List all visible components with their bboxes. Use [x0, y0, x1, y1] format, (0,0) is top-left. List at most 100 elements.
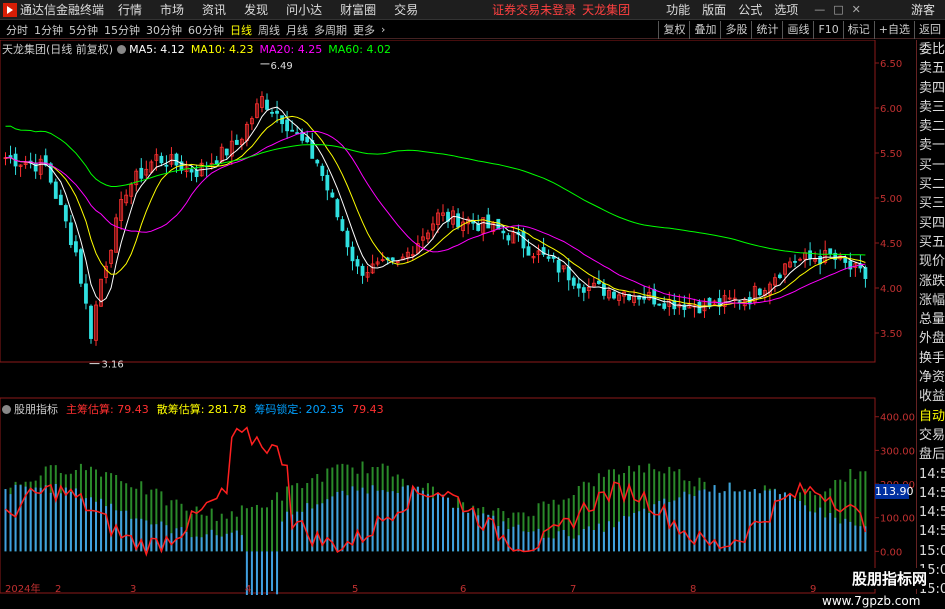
- period-daily[interactable]: 日线: [230, 22, 252, 38]
- side-label: 换手: [919, 350, 945, 366]
- mark-button[interactable]: 标记: [842, 21, 874, 39]
- period-60min[interactable]: 60分钟: [188, 22, 224, 38]
- side-label[interactable]: 14:57: [917, 503, 945, 522]
- x-axis-label: 6: [460, 584, 466, 595]
- draw-button[interactable]: 画线: [782, 21, 813, 39]
- side-label: 净资: [919, 370, 945, 386]
- x-axis-label: 9: [810, 584, 816, 595]
- candle-body: [808, 250, 812, 259]
- side-label: 卖三: [919, 99, 945, 115]
- current-value-tag: 113.90: [875, 484, 914, 499]
- candle-body: [390, 257, 395, 261]
- y-tick-label: 4.00: [880, 284, 902, 295]
- side-label: 买四: [919, 215, 945, 231]
- candle-body: [285, 119, 290, 132]
- stats-button[interactable]: 统计: [751, 21, 782, 39]
- side-label: 卖一: [919, 138, 945, 154]
- candle-body: [350, 246, 355, 262]
- overlay-button[interactable]: 叠加: [689, 21, 720, 39]
- x-axis-label: 2024年: [5, 582, 40, 595]
- menu-wealth[interactable]: 财富圈: [340, 1, 376, 18]
- candle-body: [506, 235, 511, 241]
- menu-trade[interactable]: 交易: [394, 1, 418, 18]
- candle-body: [84, 283, 88, 304]
- period-tick[interactable]: 分时: [6, 22, 28, 38]
- watermark-title: 股朋指标网: [850, 568, 930, 589]
- period-30min[interactable]: 30分钟: [146, 22, 182, 38]
- ind-y-tick-label: 0.00: [880, 547, 902, 558]
- candle-body: [863, 267, 868, 279]
- back-button[interactable]: 返回: [914, 21, 945, 39]
- kline-chart[interactable]: 6.50 6.00 5.50 5.00 4.50 4.00 3.50 400.00 300.00…: [0, 40, 915, 595]
- period-toolbar: 分时 1分钟 5分钟 15分钟 30分钟 60分钟 日线 周线 月线 多周期 更…: [0, 21, 945, 39]
- period-15min[interactable]: 15分钟: [104, 22, 140, 38]
- side-panel: 委比 卖五 卖四 卖三 卖二 卖一 买一 买二 买三 买四 买五 现价 涨跌 涨幅 总量 外盘 换手 净资 收益 自动…: [916, 40, 945, 609]
- login-status[interactable]: 证券交易未登录: [492, 1, 576, 18]
- f10-button[interactable]: F10: [813, 21, 842, 39]
- side-label[interactable]: 14:56: [917, 465, 945, 484]
- candle-body: [305, 136, 310, 143]
- side-label[interactable]: 盘后: [917, 445, 945, 464]
- y-tick-label: 3.50: [880, 329, 902, 340]
- candle-body: [793, 261, 797, 263]
- ma60-line: [5, 125, 866, 256]
- candle-body: [89, 305, 93, 339]
- x-axis-label: 8: [690, 584, 696, 595]
- adjust-button[interactable]: 复权: [658, 21, 689, 39]
- maximize-icon[interactable]: □: [833, 3, 843, 16]
- y-tick-label: 6.00: [880, 104, 902, 115]
- menu-formula[interactable]: 公式: [738, 1, 762, 18]
- candle-body: [330, 192, 335, 198]
- candle-body: [224, 148, 229, 156]
- menu-discover[interactable]: 发现: [244, 1, 268, 18]
- side-label[interactable]: 自动: [917, 407, 945, 426]
- candle-body: [355, 259, 360, 267]
- side-label[interactable]: 15:00: [917, 542, 945, 561]
- candle-body: [501, 230, 506, 234]
- chevron-right-icon[interactable]: ›: [381, 23, 385, 36]
- period-multi[interactable]: 多周期: [314, 22, 347, 38]
- menu-quotes[interactable]: 行情: [118, 1, 142, 18]
- candle-body: [270, 111, 274, 114]
- candle-body: [265, 99, 269, 110]
- candle-body: [581, 287, 586, 293]
- y-tick-label: 5.50: [880, 149, 902, 160]
- candle-body: [63, 205, 68, 222]
- candle-body: [53, 181, 58, 199]
- side-label: 涨跌: [919, 273, 945, 289]
- period-1min[interactable]: 1分钟: [34, 22, 63, 38]
- menu-market[interactable]: 市场: [160, 1, 184, 18]
- side-label: 卖二: [919, 119, 945, 135]
- candle-body: [74, 241, 78, 253]
- menu-options[interactable]: 选项: [774, 1, 798, 18]
- candle-body: [521, 230, 526, 249]
- chart-area[interactable]: 6.50 6.00 5.50 5.00 4.50 4.00 3.50 400.00 300.00…: [0, 40, 915, 595]
- period-weekly[interactable]: 周线: [258, 22, 280, 38]
- menu-news[interactable]: 资讯: [202, 1, 226, 18]
- side-label[interactable]: 14:57: [917, 522, 945, 541]
- candle-body: [345, 230, 350, 248]
- side-label: 收益: [919, 389, 945, 405]
- ind-y-tick-label: 400.00: [880, 413, 915, 424]
- close-icon[interactable]: ✕: [852, 3, 861, 16]
- menu-function[interactable]: 功能: [666, 1, 690, 18]
- side-label[interactable]: 14:56: [917, 484, 945, 503]
- add-watchlist-button[interactable]: +自选: [873, 21, 914, 39]
- candle-body: [290, 129, 295, 132]
- multi-stock-button[interactable]: 多股: [720, 21, 751, 39]
- side-label: 卖五: [919, 61, 945, 77]
- period-more[interactable]: 更多: [353, 22, 375, 38]
- tool-buttons: 复权 叠加 多股 统计 画线 F10 标记 +自选 返回: [658, 21, 945, 39]
- candle-body: [139, 167, 144, 179]
- period-5min[interactable]: 5分钟: [69, 22, 98, 38]
- candle-body: [79, 249, 83, 284]
- side-label[interactable]: 交易: [917, 426, 945, 445]
- candle-body: [360, 265, 365, 276]
- guest-user[interactable]: 游客: [911, 1, 935, 18]
- period-monthly[interactable]: 月线: [286, 22, 308, 38]
- menu-layout[interactable]: 版面: [702, 1, 726, 18]
- candle-body: [164, 164, 169, 167]
- menu-ask[interactable]: 问小达: [286, 1, 322, 18]
- minimize-icon[interactable]: —: [814, 3, 825, 16]
- low-annotation: 3.16: [101, 360, 123, 371]
